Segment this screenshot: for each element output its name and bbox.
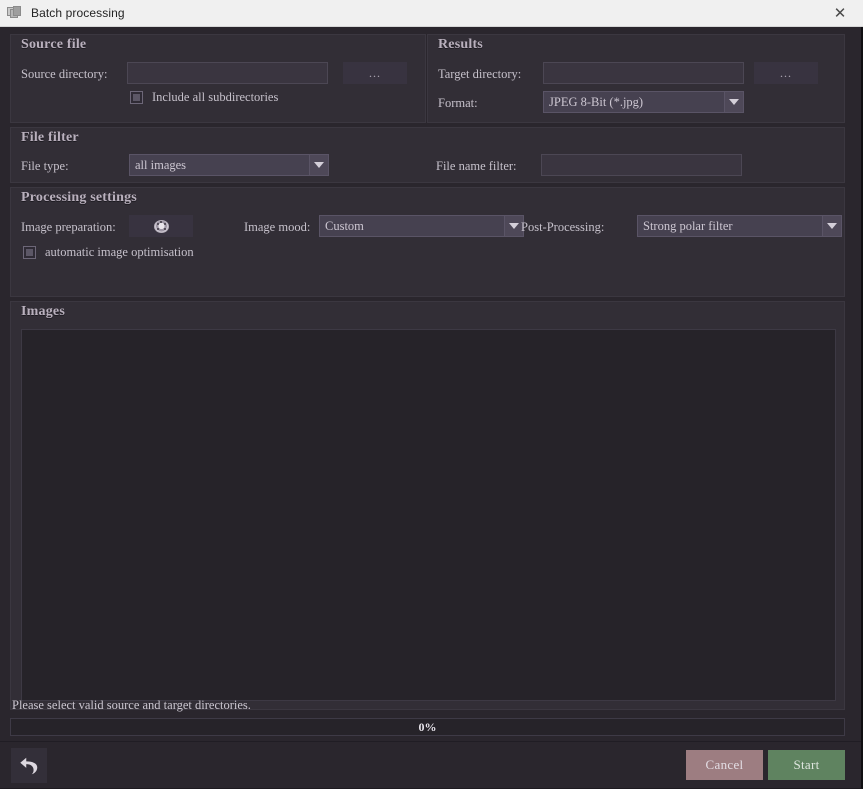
dialog-body: Source file Source directory: ... Includ… [0,27,863,789]
layers-icon [7,5,23,21]
include-subdirectories-label: Include all subdirectories [152,90,279,104]
window-title: Batch processing [31,6,125,20]
group-title-file-filter: File filter [21,130,79,145]
file-type-select[interactable]: all images [129,154,329,176]
image-mood-label: Image mood: [244,220,311,234]
group-title-images: Images [21,304,65,319]
images-list[interactable] [21,329,836,701]
gear-icon [153,219,169,233]
image-preparation-button[interactable] [129,215,193,237]
start-button[interactable]: Start [768,750,845,780]
file-type-select-value: all images [135,157,187,172]
image-preparation-label: Image preparation: [21,220,116,234]
source-directory-label: Source directory: [21,67,108,81]
chevron-down-icon[interactable] [309,155,328,175]
target-directory-input[interactable] [543,62,744,84]
post-processing-select-value: Strong polar filter [643,218,733,233]
post-processing-select[interactable]: Strong polar filter [637,215,842,237]
back-button[interactable] [11,748,47,783]
automatic-image-optimisation-label: automatic image optimisation [45,245,194,259]
group-processing-settings: Processing settings Image preparation: I… [10,187,845,297]
target-directory-label: Target directory: [438,67,522,81]
group-source-file: Source file Source directory: ... Includ… [10,34,426,123]
group-title-results: Results [438,37,483,52]
image-mood-select-value: Custom [325,218,364,233]
format-select-value: JPEG 8-Bit (*.jpg) [549,94,644,109]
dialog-footer: Cancel Start [0,741,861,788]
close-icon[interactable]: ✕ [817,0,863,26]
format-label: Format: [438,96,478,110]
target-directory-browse-button[interactable]: ... [754,62,818,84]
group-title-source-file: Source file [21,37,87,52]
chevron-down-icon[interactable] [724,92,743,112]
checkbox-box[interactable] [130,91,143,104]
group-images: Images [10,301,845,710]
group-results: Results Target directory: ... Format: JP… [427,34,845,123]
window-titlebar: Batch processing ✕ [0,0,863,27]
chevron-down-icon[interactable] [822,216,841,236]
file-name-filter-label: File name filter: [436,159,517,173]
source-directory-browse-button[interactable]: ... [343,62,407,84]
progress-percent-label: 0% [418,719,437,734]
automatic-image-optimisation-checkbox[interactable]: automatic image optimisation [23,245,194,260]
group-file-filter: File filter File type: all images File n… [10,127,845,183]
undo-arrow-icon [20,757,38,774]
cancel-button[interactable]: Cancel [686,750,763,780]
post-processing-label: Post-Processing: [521,220,605,234]
image-mood-select[interactable]: Custom [319,215,524,237]
group-title-processing-settings: Processing settings [21,190,137,205]
file-type-label: File type: [21,159,69,173]
status-message: Please select valid source and target di… [12,698,251,712]
source-directory-input[interactable] [127,62,328,84]
progress-bar: 0% [10,718,845,736]
format-select[interactable]: JPEG 8-Bit (*.jpg) [543,91,744,113]
checkbox-box[interactable] [23,246,36,259]
include-subdirectories-checkbox[interactable]: Include all subdirectories [130,90,278,105]
file-name-filter-input[interactable] [541,154,742,176]
